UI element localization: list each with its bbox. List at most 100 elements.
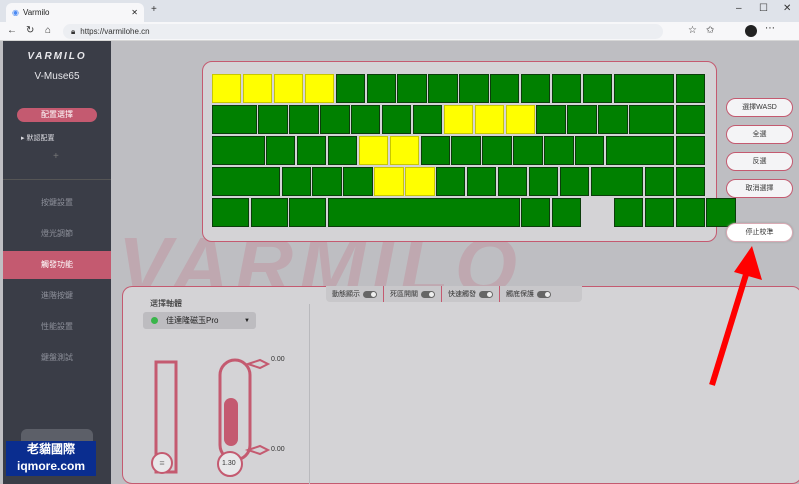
key[interactable] (459, 74, 489, 103)
key[interactable] (675, 105, 705, 134)
toggle-rapid-trigger[interactable]: 快速觸發 (442, 286, 500, 302)
home-icon[interactable]: ⌂ (45, 26, 51, 36)
maximize-icon[interactable]: ☐ (759, 4, 768, 14)
key[interactable] (212, 136, 265, 165)
key[interactable] (412, 105, 443, 134)
key[interactable] (675, 167, 705, 196)
key[interactable] (474, 105, 505, 134)
reload-icon[interactable]: ↻ (26, 26, 34, 36)
key[interactable] (273, 74, 304, 103)
key[interactable] (212, 105, 257, 134)
key[interactable] (513, 136, 543, 165)
sidebar-item-lighting[interactable]: 燈光調節 (3, 220, 111, 248)
url-field[interactable]: 🔒︎ https://varmilohe.cn (63, 24, 663, 39)
key[interactable] (304, 74, 335, 103)
key[interactable] (605, 136, 674, 165)
profile-item-default[interactable]: ▸ 默認配置 (21, 133, 54, 143)
key[interactable] (551, 74, 582, 103)
key[interactable] (436, 167, 466, 196)
key[interactable] (629, 105, 674, 134)
key[interactable] (544, 136, 574, 165)
key[interactable] (358, 136, 389, 165)
key[interactable] (443, 105, 474, 134)
key[interactable] (644, 167, 674, 196)
key[interactable] (420, 136, 450, 165)
key[interactable] (536, 105, 566, 134)
key[interactable] (242, 74, 273, 103)
key[interactable] (343, 167, 373, 196)
back-icon[interactable]: ← (7, 26, 17, 36)
key[interactable] (266, 136, 296, 165)
key[interactable] (706, 198, 736, 227)
toggle-dynamic-display[interactable]: 動態顯示 (326, 286, 384, 302)
switch-select[interactable]: 佳達隆磁玉Pro ▼ (143, 312, 256, 329)
key[interactable] (289, 105, 319, 134)
key[interactable] (466, 167, 497, 196)
toggle-bottom-protection[interactable]: 觸底保護 (500, 286, 557, 302)
minimize-icon[interactable]: – (736, 4, 742, 14)
key[interactable] (490, 74, 520, 103)
sidebar-item-advanced-keys[interactable]: 進階按鍵 (3, 282, 111, 310)
menu-icon[interactable]: ⋯ (765, 24, 775, 34)
key[interactable] (312, 167, 342, 196)
key[interactable] (675, 74, 705, 103)
key[interactable] (374, 167, 404, 196)
key[interactable] (405, 167, 435, 196)
key[interactable] (212, 74, 242, 103)
key[interactable] (351, 105, 381, 134)
key[interactable] (381, 105, 412, 134)
key[interactable] (505, 105, 535, 134)
clear-selection-button[interactable]: 取消選擇 (726, 179, 793, 198)
favorites-icon[interactable]: ✩ (706, 26, 714, 36)
sidebar-item-keyboard-test[interactable]: 鍵盤測試 (3, 344, 111, 372)
key[interactable] (296, 136, 327, 165)
key[interactable] (289, 198, 327, 227)
browser-tab[interactable]: ◉ Varmilo ✕ (6, 3, 144, 22)
travel-slider[interactable] (224, 398, 238, 446)
key[interactable] (675, 136, 705, 165)
key[interactable] (582, 74, 613, 103)
key[interactable] (528, 167, 559, 196)
sidebar-item-trigger[interactable]: 觸發功能 (3, 251, 111, 279)
key[interactable] (521, 74, 551, 103)
key[interactable] (335, 74, 365, 103)
window-close-icon[interactable]: ✕ (783, 4, 791, 14)
toggle-switch[interactable] (537, 290, 551, 298)
toggle-switch[interactable] (363, 290, 377, 298)
key[interactable] (327, 198, 520, 227)
key[interactable] (397, 74, 427, 103)
star-icon[interactable]: ☆ (688, 26, 697, 36)
key[interactable] (451, 136, 481, 165)
select-all-button[interactable]: 全選 (726, 125, 793, 144)
key[interactable] (551, 198, 582, 227)
top-handle-icon[interactable] (244, 358, 271, 370)
avatar[interactable] (745, 25, 757, 37)
key[interactable] (320, 105, 350, 134)
profile-select-button[interactable]: 配置選擇 (17, 108, 97, 122)
key[interactable] (613, 74, 674, 103)
invert-selection-button[interactable]: 反選 (726, 152, 793, 171)
key[interactable] (575, 136, 605, 165)
key[interactable] (497, 167, 528, 196)
add-profile-button[interactable]: + (53, 151, 59, 162)
key[interactable] (428, 74, 458, 103)
key[interactable] (212, 167, 281, 196)
sidebar-item-performance[interactable]: 性能設置 (3, 313, 111, 341)
key[interactable] (389, 136, 420, 165)
toggle-switch[interactable] (421, 290, 435, 298)
key[interactable] (250, 198, 288, 227)
key[interactable] (675, 198, 705, 227)
key[interactable] (613, 198, 644, 227)
toggle-switch[interactable] (479, 290, 493, 298)
key[interactable] (644, 198, 674, 227)
key[interactable] (366, 74, 396, 103)
key[interactable] (327, 136, 358, 165)
key[interactable] (521, 198, 551, 227)
key[interactable] (598, 105, 628, 134)
key[interactable] (281, 167, 311, 196)
key[interactable] (567, 105, 597, 134)
new-tab-icon[interactable]: + (151, 5, 157, 15)
key[interactable] (559, 167, 590, 196)
sidebar-item-key-settings[interactable]: 按鍵設置 (3, 189, 111, 217)
tab-close-icon[interactable]: ✕ (131, 8, 138, 17)
